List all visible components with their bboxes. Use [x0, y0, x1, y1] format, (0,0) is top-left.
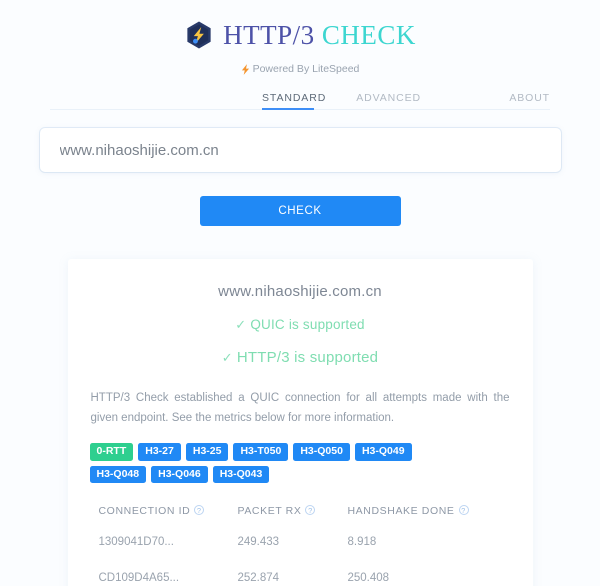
result-domain: www.nihaoshijie.com.cn	[218, 283, 382, 300]
page-root: HTTP/3 CHECK Powered By LiteSpeed STANDA…	[0, 0, 600, 586]
column-label: HANDSHAKE DONE	[347, 505, 455, 518]
active-tab-indicator	[262, 108, 314, 110]
tab-advanced[interactable]: ADVANCED	[356, 92, 421, 109]
table-header-row: CONNECTION ID? PACKET RX? HANDSHAKE DONE…	[90, 505, 511, 536]
powered-by: Powered By LiteSpeed	[0, 63, 600, 75]
cell-handshake-done: 8.918	[347, 536, 377, 549]
search-input[interactable]	[39, 128, 561, 172]
http3-status: ✓ HTTP/3 is supported	[90, 349, 511, 366]
powered-by-label: Powered By LiteSpeed	[252, 63, 360, 75]
brand-title-accent: CHECK	[321, 19, 416, 50]
check-button-row: CHECK	[0, 196, 600, 226]
cell-packet-rx: 249.433	[237, 536, 280, 549]
nav-tabs: STANDARD ADVANCED ABOUT	[50, 88, 550, 110]
column-label: PACKET RX	[237, 505, 302, 518]
cell-connection-id: 1309041D70...	[98, 536, 174, 549]
info-icon[interactable]: ?	[458, 505, 469, 516]
badge-h3-q049: H3-Q049	[354, 443, 412, 461]
quic-status: ✓ QUIC is supported	[90, 317, 511, 333]
badge-h3-q046: H3-Q046	[151, 465, 208, 484]
cell-connection-id: CD109D4A65...	[98, 572, 180, 585]
brand: HTTP/3 CHECK	[184, 20, 416, 50]
brand-title-primary: HTTP/3	[223, 19, 315, 50]
lightning-bolt-icon	[241, 63, 249, 75]
badge-h3-27: H3-27	[138, 443, 181, 461]
site-header: HTTP/3 CHECK Powered By LiteSpeed	[0, 0, 600, 75]
result-description: HTTP/3 Check established a QUIC connecti…	[90, 392, 510, 425]
cell-handshake-done: 250.408	[347, 572, 390, 585]
tab-about[interactable]: ABOUT	[509, 92, 550, 109]
badge-0-rtt: 0-RTT	[89, 443, 134, 461]
protocol-badge-list: 0-RTT H3-27 H3-25 H3-T050 H3-Q050 H3-Q04…	[89, 443, 460, 484]
badge-h3-q043: H3-Q043	[212, 465, 270, 484]
badge-h3-q048: H3-Q048	[89, 465, 147, 484]
page-title: HTTP/3 CHECK	[223, 19, 416, 50]
info-icon[interactable]: ?	[305, 505, 316, 516]
cell-packet-rx: 252.874	[237, 572, 280, 585]
check-button[interactable]: CHECK	[199, 196, 401, 226]
table-row: CD109D4A65... 252.874 250.408	[90, 572, 511, 586]
hexagon-bolt-logo-icon	[187, 21, 211, 49]
check-icon: ✓	[221, 350, 233, 365]
badge-h3-25: H3-25	[185, 443, 229, 461]
column-header-handshake-done: HANDSHAKE DONE?	[348, 505, 511, 536]
badge-h3-t050: H3-T050	[233, 443, 289, 461]
check-icon: ✓	[235, 317, 247, 332]
metrics-table: CONNECTION ID? PACKET RX? HANDSHAKE DONE…	[90, 505, 511, 586]
column-header-connection-id: CONNECTION ID?	[90, 505, 238, 536]
quic-status-label: QUIC is supported	[250, 317, 365, 332]
column-header-packet-rx: PACKET RX?	[238, 505, 348, 536]
table-row: 1309041D70... 249.433 8.918	[90, 536, 511, 572]
http3-status-label: HTTP/3 is supported	[236, 349, 379, 366]
result-card: www.nihaoshijie.com.cn ✓ QUIC is supporte…	[67, 259, 533, 586]
tab-standard[interactable]: STANDARD	[262, 92, 326, 109]
badge-h3-q050: H3-Q050	[293, 443, 350, 461]
search-row	[39, 128, 561, 172]
column-label: CONNECTION ID	[98, 505, 191, 518]
nav-bar: STANDARD ADVANCED ABOUT	[0, 88, 600, 110]
info-icon[interactable]: ?	[194, 505, 205, 516]
